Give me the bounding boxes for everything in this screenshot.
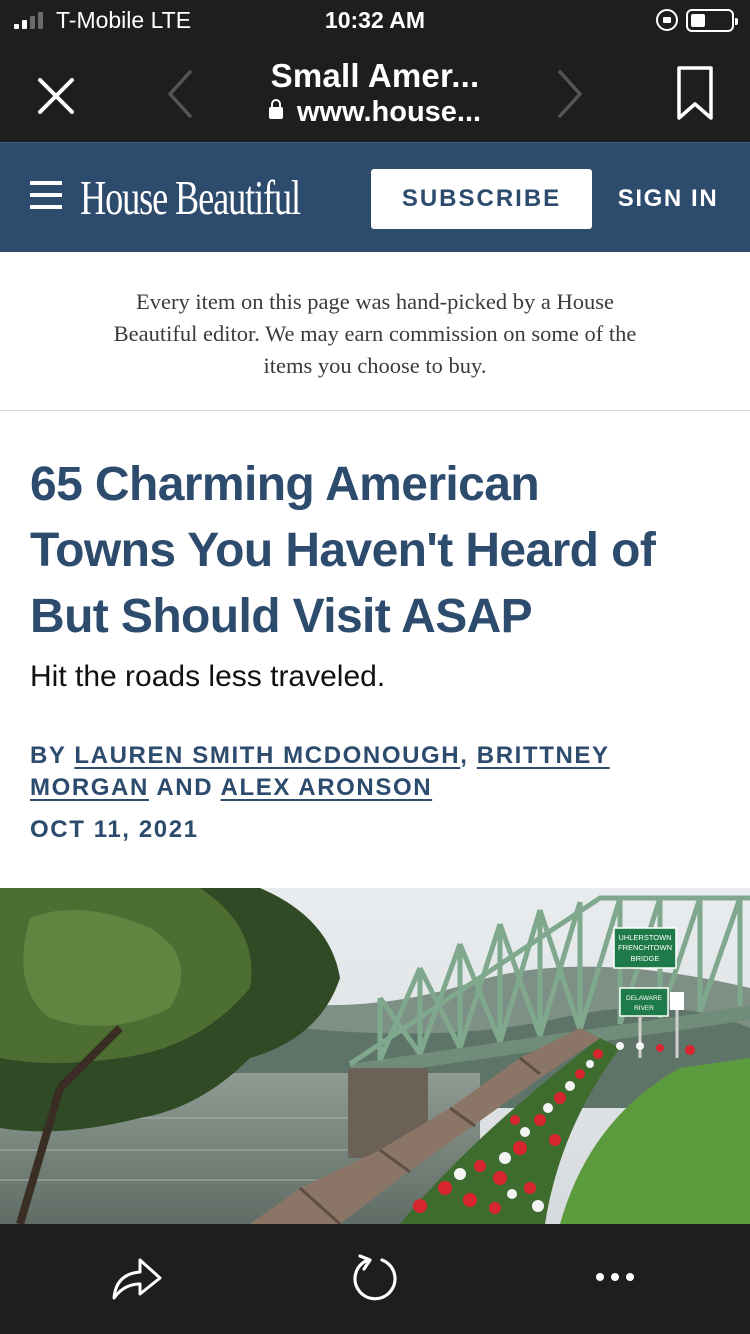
article-dek: Hit the roads less traveled.: [30, 660, 386, 693]
site-logo[interactable]: House Beautiful: [80, 169, 301, 226]
article-headline: 65 Charming American Towns You Haven't H…: [30, 452, 720, 650]
forward-chevron-icon[interactable]: [552, 66, 588, 122]
affiliate-disclaimer: Every item on this page was hand-picked …: [40, 286, 710, 382]
sign-bridge-line1: UHLERSTOWN: [618, 933, 671, 942]
author-link[interactable]: ALEX ARONSON: [221, 774, 433, 801]
more-icon[interactable]: [592, 1264, 638, 1290]
sign-river-line2: RIVER: [634, 1005, 654, 1012]
site-header: House Beautiful SUBSCRIBE SIGN IN: [0, 142, 750, 252]
divider: [0, 410, 750, 411]
secure-lock-icon: [268, 99, 283, 119]
hero-image: UHLERSTOWN FRENCHTOWN BRIDGE DELAWARE RI…: [0, 888, 750, 1224]
browser-toolbar: [0, 1224, 750, 1334]
sign-bridge-line3: BRIDGE: [631, 954, 660, 963]
close-icon[interactable]: [34, 74, 78, 118]
subscribe-button[interactable]: SUBSCRIBE: [371, 169, 592, 229]
disclaimer-line: items you choose to buy.: [263, 353, 487, 378]
publish-date: OCT 11, 2021: [30, 816, 199, 843]
url-bar[interactable]: www.house...: [230, 96, 520, 129]
browser-nav-bar: Small Amer... www.house...: [0, 40, 750, 142]
byline-by: BY: [30, 742, 67, 769]
article-byline: BY LAUREN SMITH MCDONOUGH, BRITTNEY MORG…: [30, 742, 610, 801]
battery-icon: [686, 9, 738, 32]
headline-line: 65 Charming American: [30, 458, 540, 511]
orientation-lock-icon: [656, 9, 678, 31]
sign-river-line1: DELAWARE: [626, 995, 663, 1002]
sign-bridge-line2: FRENCHTOWN: [618, 943, 672, 952]
url-text: www.house...: [296, 96, 482, 128]
headline-line: But Should Visit ASAP: [30, 590, 533, 643]
byline-and: AND: [156, 774, 214, 801]
menu-icon[interactable]: [30, 181, 62, 211]
disclaimer-line: Beautiful editor. We may earn commission…: [113, 321, 637, 346]
page-title[interactable]: Small Amer...: [230, 57, 520, 95]
share-icon[interactable]: [108, 1252, 164, 1302]
author-link[interactable]: MORGAN: [30, 774, 149, 801]
author-link[interactable]: BRITTNEY: [477, 742, 610, 769]
status-time: 10:32 AM: [324, 7, 426, 33]
reload-icon[interactable]: [350, 1252, 400, 1302]
author-link[interactable]: LAUREN SMITH MCDONOUGH: [74, 742, 460, 769]
status-bar: T-Mobile LTE 10:32 AM: [0, 0, 750, 40]
disclaimer-line: Every item on this page was hand-picked …: [136, 289, 614, 314]
back-chevron-icon[interactable]: [162, 66, 198, 122]
bookmark-icon[interactable]: [670, 64, 720, 122]
sign-in-button[interactable]: SIGN IN: [608, 169, 728, 229]
headline-line: Towns You Haven't Heard of: [30, 524, 656, 577]
